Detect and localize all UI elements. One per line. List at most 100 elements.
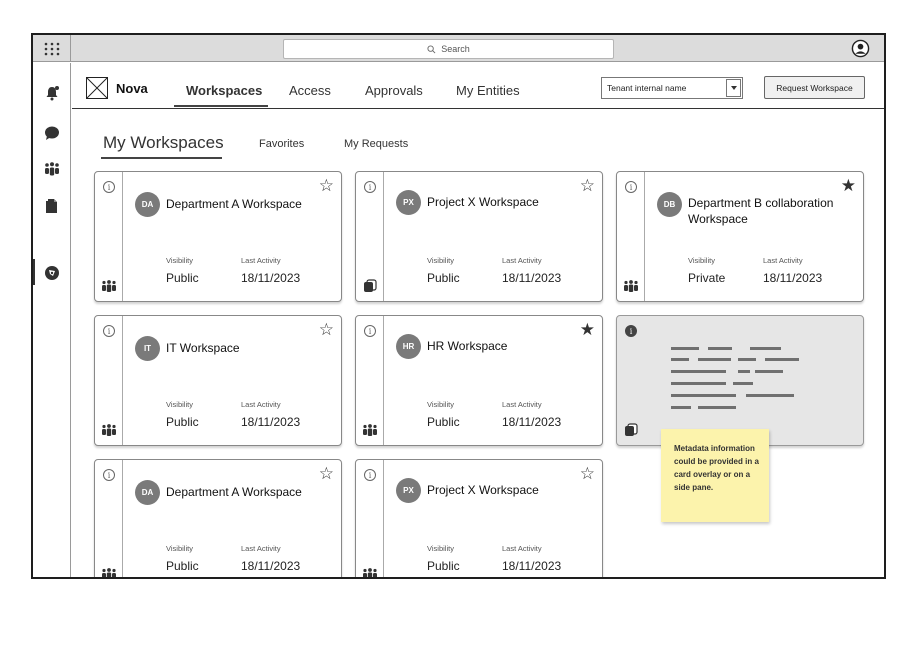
info-icon[interactable]: i: [364, 325, 376, 337]
star-outline-icon[interactable]: ☆: [580, 466, 595, 483]
card-left-strip: i: [356, 316, 384, 445]
visibility-value: Public: [427, 271, 460, 285]
last-activity-value: 18/11/2023: [241, 559, 301, 573]
last-activity-value: 18/11/2023: [241, 271, 301, 285]
last-activity-label: Last Activity: [241, 256, 281, 265]
workspace-title[interactable]: Department B collaboration Workspace: [688, 195, 853, 227]
info-icon[interactable]: i: [364, 181, 376, 193]
user-profile-icon[interactable]: [851, 39, 870, 63]
nav-tab-my-entities[interactable]: My Entities: [456, 83, 520, 98]
teams-icon: [622, 279, 640, 293]
visibility-label: Visibility: [166, 400, 193, 409]
last-activity-value: 18/11/2023: [502, 271, 562, 285]
info-icon[interactable]: i: [103, 181, 115, 193]
visibility-label: Visibility: [427, 400, 454, 409]
tenant-select[interactable]: Tenant internal name: [601, 77, 743, 99]
visibility-value: Public: [166, 559, 199, 573]
workspace-avatar: HR: [396, 334, 421, 359]
teams-icon[interactable]: [44, 161, 60, 177]
visibility-value: Public: [166, 415, 199, 429]
app-header: Nova Workspaces Access Approvals My Enti…: [72, 63, 884, 109]
star-filled-icon[interactable]: ★: [580, 322, 595, 339]
visibility-label: Visibility: [166, 544, 193, 553]
copy-pages-icon: [622, 423, 640, 437]
last-activity-label: Last Activity: [502, 256, 542, 265]
workspace-avatar: DA: [135, 192, 160, 217]
visibility-label: Visibility: [427, 544, 454, 553]
last-activity-label: Last Activity: [502, 400, 542, 409]
rail-active-indicator: [33, 259, 35, 285]
workspace-avatar: DB: [657, 192, 682, 217]
teams-icon: [100, 279, 118, 293]
card-left-strip: i: [356, 460, 384, 577]
star-outline-icon[interactable]: ☆: [319, 466, 334, 483]
last-activity-value: 18/11/2023: [763, 271, 823, 285]
explore-icon[interactable]: [44, 265, 60, 281]
chat-bubble-icon[interactable]: [44, 125, 60, 141]
workspace-title[interactable]: Project X Workspace: [427, 482, 592, 498]
request-workspace-button[interactable]: Request Workspace: [764, 76, 865, 99]
sticky-note: Metadata information could be provided i…: [661, 429, 769, 522]
teams-icon: [361, 423, 379, 437]
workspace-avatar: IT: [135, 336, 160, 361]
info-icon[interactable]: i: [103, 325, 115, 337]
brand-name: Nova: [116, 81, 148, 96]
info-icon[interactable]: i: [364, 469, 376, 481]
visibility-value: Public: [427, 415, 460, 429]
card-left-strip: i: [95, 316, 123, 445]
workspace-title[interactable]: Department A Workspace: [166, 484, 331, 500]
info-icon[interactable]: i: [103, 469, 115, 481]
workspace-card[interactable]: i DA Department A Workspace ☆ Visibility Last…: [94, 459, 342, 577]
last-activity-label: Last Activity: [241, 400, 281, 409]
star-outline-icon[interactable]: ☆: [319, 322, 334, 339]
star-outline-icon[interactable]: ☆: [580, 178, 595, 195]
chevron-down-icon[interactable]: [726, 79, 741, 97]
apps-grid-icon[interactable]: [33, 35, 71, 62]
top-bar: Search: [33, 35, 884, 62]
search-icon: [427, 44, 436, 53]
workspace-avatar: PX: [396, 190, 421, 215]
nav-tab-access[interactable]: Access: [289, 83, 331, 98]
info-icon[interactable]: i: [625, 181, 637, 193]
last-activity-value: 18/11/2023: [502, 559, 562, 573]
workspace-card[interactable]: i DB Department B collaboration Workspace ★…: [616, 171, 864, 302]
subtab-my-workspaces[interactable]: My Workspaces: [103, 133, 224, 153]
active-nav-underline: [174, 105, 268, 107]
nav-tab-approvals[interactable]: Approvals: [365, 83, 423, 98]
teams-icon: [100, 567, 118, 577]
workspace-title[interactable]: Project X Workspace: [427, 194, 592, 210]
metadata-overlay-card: i: [616, 315, 864, 446]
info-icon[interactable]: i: [625, 325, 637, 337]
visibility-value: Public: [427, 559, 460, 573]
last-activity-label: Last Activity: [502, 544, 542, 553]
teams-icon: [100, 423, 118, 437]
documents-icon[interactable]: [44, 198, 60, 214]
subtab-my-requests[interactable]: My Requests: [344, 138, 408, 150]
visibility-label: Visibility: [166, 256, 193, 265]
card-left-strip: i: [95, 460, 123, 577]
subtab-active-underline: [101, 157, 222, 159]
workspace-avatar: PX: [396, 478, 421, 503]
workspace-card[interactable]: i IT IT Workspace ☆ Visibility Last Activity P…: [94, 315, 342, 446]
workspace-title[interactable]: Department A Workspace: [166, 196, 331, 212]
workspace-card[interactable]: i HR HR Workspace ★ Visibility Last Activity P…: [355, 315, 603, 446]
notification-bell-icon[interactable]: [44, 85, 60, 101]
logo-icon: [86, 77, 108, 99]
star-outline-icon[interactable]: ☆: [319, 178, 334, 195]
workspace-title[interactable]: IT Workspace: [166, 340, 331, 356]
workspace-card[interactable]: i PX Project X Workspace ☆ Visibility Last Ac…: [355, 171, 603, 302]
workspace-title[interactable]: HR Workspace: [427, 338, 592, 354]
star-filled-icon[interactable]: ★: [841, 178, 856, 195]
card-left-strip: i: [95, 172, 123, 301]
workspace-card[interactable]: i PX Project X Workspace ☆ Visibility Last Ac…: [355, 459, 603, 577]
search-placeholder: Search: [441, 44, 470, 54]
subtab-favorites[interactable]: Favorites: [259, 138, 304, 150]
workspace-card[interactable]: i DA Department A Workspace ☆ Visibility Last…: [94, 171, 342, 302]
search-input[interactable]: Search: [283, 39, 614, 59]
visibility-label: Visibility: [688, 256, 715, 265]
card-left-strip: i: [617, 172, 645, 301]
tenant-select-value: Tenant internal name: [607, 83, 687, 93]
visibility-label: Visibility: [427, 256, 454, 265]
nav-tab-workspaces[interactable]: Workspaces: [186, 83, 262, 98]
visibility-value: Private: [688, 271, 726, 285]
